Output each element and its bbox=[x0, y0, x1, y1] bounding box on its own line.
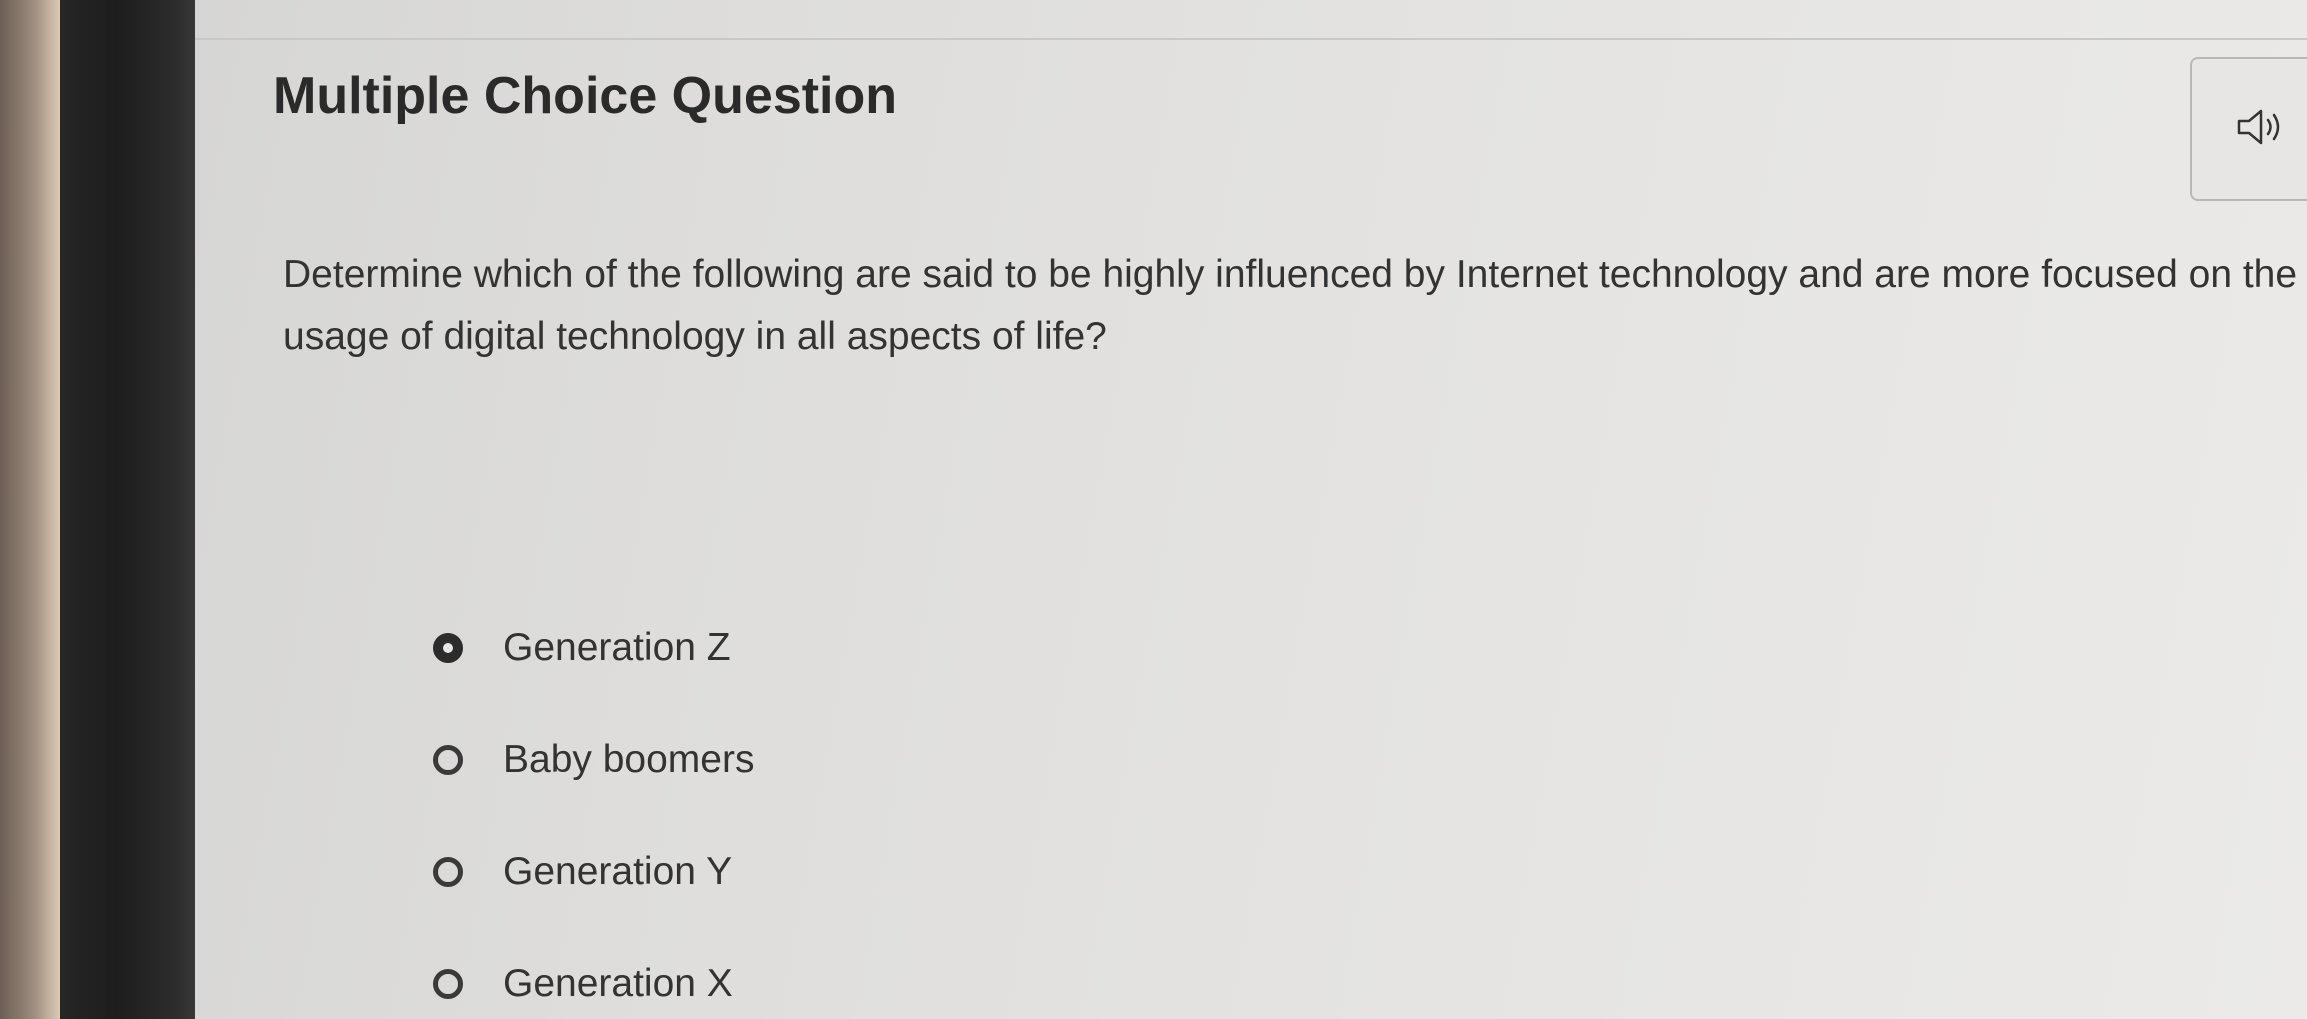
radio-button[interactable] bbox=[433, 745, 463, 775]
desk-edge bbox=[0, 0, 60, 1019]
read-aloud-button[interactable] bbox=[2190, 57, 2307, 201]
top-divider bbox=[195, 38, 2307, 40]
question-panel: Multiple Choice Question Determine which… bbox=[195, 0, 2307, 1019]
answer-option-generation-z[interactable]: Generation Z bbox=[433, 592, 754, 704]
speaker-icon bbox=[2237, 109, 2280, 145]
option-label: Generation Y bbox=[503, 850, 733, 893]
radio-button[interactable] bbox=[433, 857, 463, 887]
monitor-bezel bbox=[60, 0, 200, 1019]
answer-option-generation-y[interactable]: Generation Y bbox=[433, 816, 754, 928]
answer-option-generation-x[interactable]: Generation X bbox=[433, 928, 754, 1019]
option-label: Baby boomers bbox=[503, 738, 755, 781]
answer-option-baby-boomers[interactable]: Baby boomers bbox=[433, 704, 754, 816]
radio-button[interactable] bbox=[433, 969, 463, 999]
answer-options: Generation Z Baby boomers Generation Y G… bbox=[433, 592, 754, 1019]
option-label: Generation X bbox=[503, 962, 733, 1005]
radio-button-selected[interactable] bbox=[433, 633, 463, 663]
page-title: Multiple Choice Question bbox=[273, 67, 898, 125]
question-text: Determine which of the following are sai… bbox=[283, 253, 2298, 358]
option-label: Generation Z bbox=[503, 626, 731, 669]
